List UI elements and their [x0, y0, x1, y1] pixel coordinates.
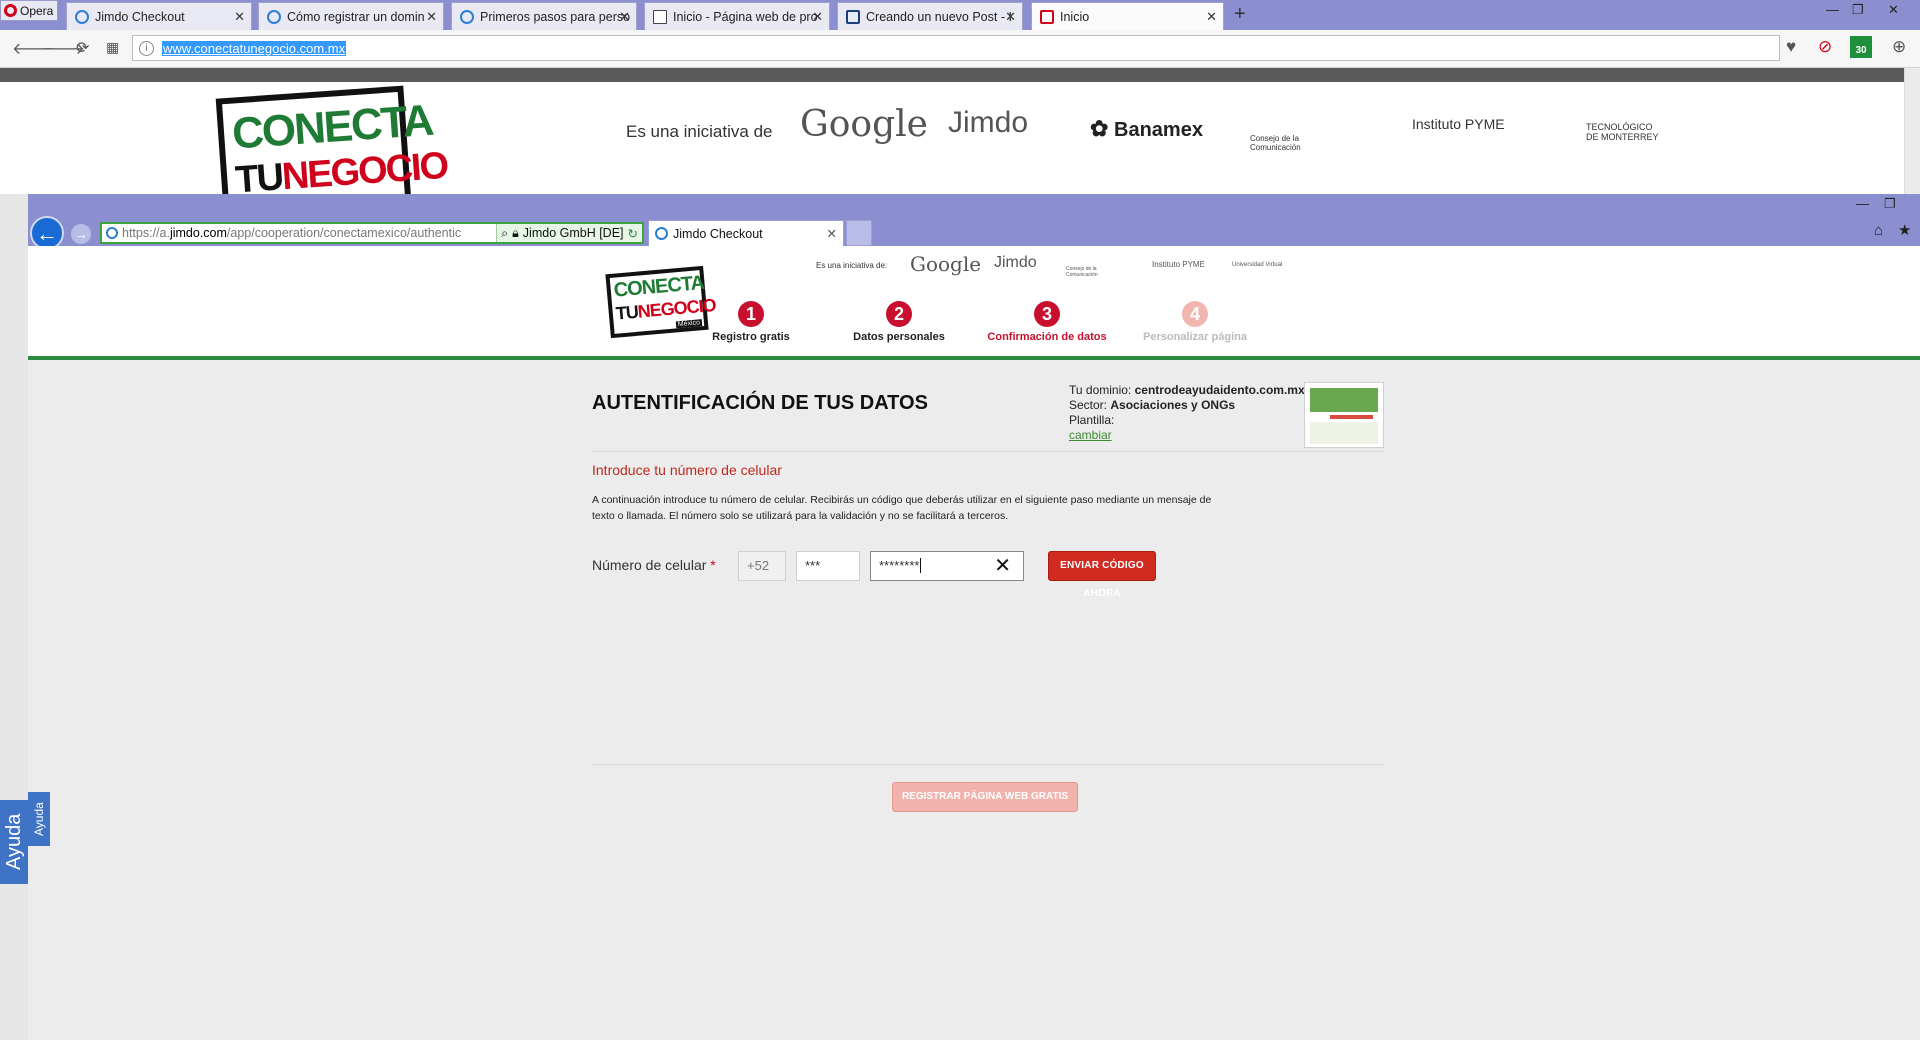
- help-tab-small[interactable]: Ayuda: [28, 792, 50, 846]
- opera-menu-button[interactable]: Opera: [0, 0, 58, 21]
- tab-close-icon[interactable]: ✕: [812, 9, 823, 25]
- inner-window-titlebar: — ❐: [28, 194, 1920, 216]
- jimdo-partner-universidad: Universidad Virtual: [1232, 262, 1283, 268]
- blog-favicon-icon: [846, 9, 860, 24]
- inner-minimize-icon[interactable]: —: [1856, 196, 1869, 211]
- send-code-button[interactable]: ENVIAR CÓDIGO AHORA: [1048, 551, 1156, 599]
- change-template-link[interactable]: cambiar: [1069, 428, 1112, 442]
- search-icon[interactable]: ⌕: [501, 226, 508, 241]
- partner-tec-monterrey: TECNOLÓGICO DE MONTERREY: [1586, 122, 1659, 142]
- adblock-icon[interactable]: ⊘: [1818, 37, 1832, 57]
- partner-google: Google: [800, 104, 928, 145]
- banamex-logo-icon: ✿: [1090, 116, 1109, 141]
- lock-icon: 🔒︎: [512, 225, 519, 240]
- tab-close-icon[interactable]: ✕: [234, 9, 245, 25]
- opera-menu-label: Opera: [20, 3, 54, 18]
- domain-value: centrodeayudaidento.com.mx: [1134, 383, 1305, 397]
- inner-address-bar[interactable]: https://a. jimdo.com/app/cooperation/cone…: [100, 222, 644, 244]
- partner-banamex: ✿ Banamex: [1090, 116, 1203, 141]
- tab-jimdo-checkout[interactable]: Jimdo Checkout ✕: [66, 2, 252, 30]
- url-text[interactable]: www.conectatunegocio.com.mx: [162, 40, 347, 56]
- jimdo-favicon-icon: [267, 9, 281, 24]
- divider: [592, 764, 1384, 765]
- clear-input-icon[interactable]: ✕: [994, 552, 1011, 580]
- conecta-favicon-icon: [1040, 9, 1054, 24]
- inner-tab-close-icon[interactable]: ✕: [827, 226, 837, 241]
- restore-icon[interactable]: ❐: [1852, 2, 1864, 18]
- jimdo-favicon-icon: [75, 9, 89, 24]
- favorites-star-icon[interactable]: ★: [1898, 221, 1911, 239]
- minimize-icon[interactable]: —: [1826, 2, 1839, 17]
- tab-inicio-pagina-web[interactable]: Inicio - Página web de pro ✕: [644, 2, 830, 30]
- step-datos-personales: 2 Datos personales: [824, 301, 974, 343]
- tab-close-icon[interactable]: ✕: [426, 9, 437, 25]
- opera-logo-icon: [4, 4, 17, 17]
- jimdo-header: CONECTA TUNEGOCIO México Es una iniciati…: [28, 246, 1920, 360]
- page-title: AUTENTIFICACIÓN DE TUS DATOS: [592, 392, 928, 414]
- window-close-icon[interactable]: ✕: [1888, 2, 1899, 18]
- step-confirmacion-datos: 3 Confirmación de datos: [972, 301, 1122, 343]
- inner-tab-jimdo-checkout[interactable]: Jimdo Checkout ✕: [648, 220, 844, 246]
- jimdo-partner-google: Google: [910, 252, 982, 276]
- country-code-field: +52: [738, 551, 786, 581]
- heart-bookmark-icon[interactable]: ♥: [1786, 37, 1796, 57]
- jimdo-checkout-page: CONECTA TUNEGOCIO México Es una iniciati…: [28, 246, 1920, 1040]
- help-tab[interactable]: Ayuda: [0, 800, 28, 884]
- initiative-label: Es una iniciativa de: [626, 122, 773, 141]
- partner-jimdo: Jimdo: [948, 106, 1029, 139]
- reload-icon[interactable]: ⟳: [76, 38, 89, 58]
- domain-summary: Tu dominio: centrodeayudaidento.com.mx S…: [1069, 383, 1305, 442]
- tab-inicio[interactable]: Inicio ✕: [1031, 2, 1224, 30]
- tab-primeros-pasos[interactable]: Primeros pasos para perso ✕: [451, 2, 637, 30]
- inner-cert-badge[interactable]: ⌕ 🔒︎ Jimdo GmbH [DE] ↻: [496, 224, 642, 242]
- new-tab-button[interactable]: +: [1234, 3, 1246, 26]
- jimdo-partner-consejo: Consejo de la Comunicación: [1066, 266, 1098, 278]
- register-website-button[interactable]: REGISTRAR PÁGINA WEB GRATIS: [892, 782, 1078, 812]
- partner-consejo-comunicacion: Consejo de la Comunicación: [1250, 134, 1301, 152]
- partner-instituto-pyme: Instituto PYME: [1412, 116, 1505, 132]
- jimdo-favicon-icon: [655, 227, 668, 240]
- step-personalizar-pagina: 4 Personalizar página: [1120, 301, 1270, 343]
- tab-close-icon[interactable]: ✕: [619, 9, 630, 25]
- page-top-strip: [0, 68, 1920, 82]
- address-bar[interactable]: i www.conectatunegocio.com.mx: [132, 35, 1780, 61]
- inner-site-icon: [106, 227, 118, 239]
- jimdo-initiative-label: Es una iniciativa de:: [816, 261, 888, 270]
- opera-toolbar: 🡐 🡒 ⟳ ▦ i www.conectatunegocio.com.mx ♥ …: [0, 30, 1920, 68]
- inner-new-tab-button[interactable]: [846, 220, 872, 246]
- tab-registrar-dominio[interactable]: Cómo registrar un domin ✕: [258, 2, 444, 30]
- inner-back-button[interactable]: ←: [30, 216, 64, 250]
- inner-forward-button[interactable]: →: [70, 223, 92, 245]
- tab-creando-post[interactable]: Creando un nuevo Post - I ✕: [837, 2, 1023, 30]
- section-description: A continuación introduce tu número de ce…: [592, 494, 1212, 522]
- tab-close-icon[interactable]: ✕: [1005, 9, 1016, 25]
- phone-label: Número de celular *: [592, 557, 716, 573]
- jimdo-partner-pyme: Instituto PYME: [1152, 260, 1205, 269]
- refresh-icon[interactable]: ↻: [628, 226, 638, 241]
- site-info-icon[interactable]: i: [139, 40, 154, 56]
- inner-restore-icon[interactable]: ❐: [1884, 196, 1896, 212]
- extension-badge-icon[interactable]: 30: [1850, 36, 1872, 58]
- conecta-page-header: CONECTA TUNEGOCIO Es una iniciativa de G…: [0, 82, 1904, 194]
- extension-badge-count: 30: [1855, 45, 1867, 56]
- jimdo-partner-jimdo: Jimdo: [994, 254, 1037, 271]
- opera-tab-bar: Opera Jimdo Checkout ✕ Cómo registrar un…: [0, 0, 1920, 30]
- jimdo-favicon-icon: [460, 9, 474, 24]
- section-heading: Introduce tu número de celular: [592, 462, 782, 478]
- divider: [592, 451, 1384, 452]
- tab-close-icon[interactable]: ✕: [1206, 9, 1217, 25]
- phone-number-field[interactable]: ******** ✕: [870, 551, 1024, 581]
- inner-left-edge: [0, 194, 28, 1040]
- inner-browser-bar: ← → https://a. jimdo.com/app/cooperation/…: [28, 216, 1920, 250]
- home-icon[interactable]: ⌂: [1874, 222, 1883, 239]
- conecta-tu-negocio-logo[interactable]: CONECTA TUNEGOCIO: [215, 85, 449, 194]
- document-favicon-icon: [653, 9, 667, 24]
- template-thumbnail[interactable]: [1304, 382, 1384, 448]
- sector-value: Asociaciones y ONGs: [1110, 398, 1236, 412]
- step-registro-gratis: 1 Registro gratis: [676, 301, 826, 343]
- area-code-field[interactable]: ***: [796, 551, 860, 581]
- download-icon[interactable]: ⊕: [1892, 37, 1906, 57]
- speed-dial-grid-icon[interactable]: ▦: [106, 39, 119, 56]
